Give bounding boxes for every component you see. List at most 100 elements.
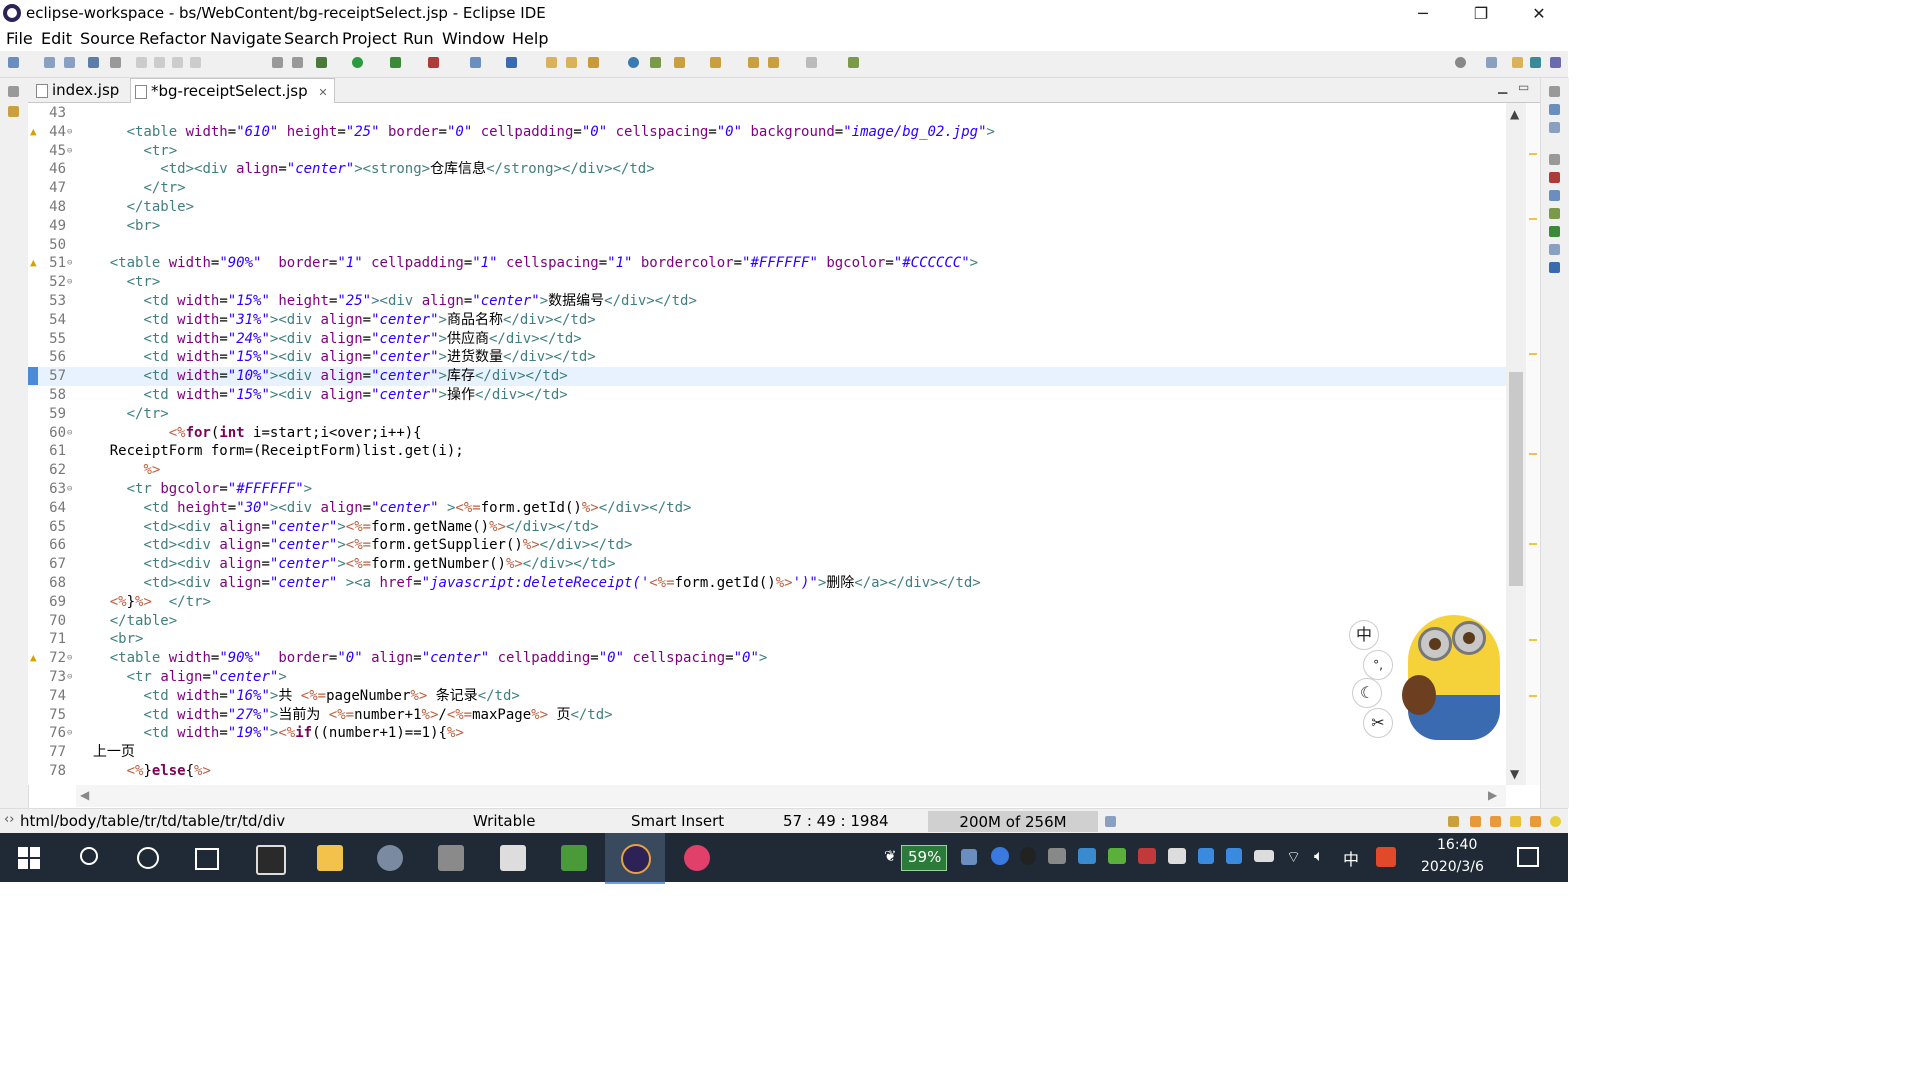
code-line[interactable]: 45 ⊖ <tr> bbox=[28, 142, 1506, 161]
tools-app-icon[interactable] bbox=[438, 845, 464, 871]
code-line[interactable]: 48 </table> bbox=[28, 198, 1506, 217]
code-line[interactable]: 49 <br> bbox=[28, 217, 1506, 236]
fold-icon[interactable]: ⊖ bbox=[67, 668, 72, 687]
new-icon[interactable] bbox=[8, 57, 19, 68]
code-text[interactable]: <table width="90%" border="0" align="cen… bbox=[76, 649, 768, 668]
code-text[interactable]: <tr align="center"> bbox=[76, 668, 287, 687]
code-text[interactable]: <td width="10%"><div align="center">库存</… bbox=[76, 367, 567, 386]
code-text[interactable]: <td width="19%"><%if((number+1)==1){%> bbox=[76, 724, 463, 743]
sogou-ime-icon[interactable] bbox=[1376, 847, 1396, 867]
volume-icon[interactable]: 🔈︎ bbox=[1314, 846, 1324, 866]
status-tool-icon[interactable] bbox=[1530, 816, 1541, 827]
forward-icon[interactable] bbox=[806, 57, 817, 68]
code-editor[interactable]: 43 44 ▲ ⊖ <table width="610" height="25" bo… bbox=[28, 103, 1506, 785]
tip-icon[interactable] bbox=[1550, 816, 1561, 827]
minimize-editor-icon[interactable]: ▁ bbox=[1498, 80, 1507, 94]
code-line[interactable]: 57 <td width="10%"><div align="center">库… bbox=[28, 367, 1506, 386]
qq-icon[interactable] bbox=[1020, 847, 1036, 865]
code-line[interactable]: 72 ▲ ⊖ <table width="90%" border="0" align… bbox=[28, 649, 1506, 668]
terminal-icon[interactable] bbox=[88, 57, 99, 68]
tab-bg-receiptselect-jsp[interactable]: *bg-receiptSelect.jsp ✕ bbox=[130, 78, 335, 103]
task-list-icon[interactable] bbox=[1549, 122, 1560, 133]
code-text[interactable]: <%for(int i=start;i<over;i++){ bbox=[76, 424, 422, 443]
clock-time[interactable]: 16:40 bbox=[1437, 837, 1477, 853]
coverage-icon[interactable] bbox=[390, 57, 401, 68]
menu-refactor[interactable]: Refactor bbox=[139, 29, 206, 48]
fold-icon[interactable]: ⊖ bbox=[67, 724, 72, 743]
code-text[interactable]: </tr> bbox=[76, 405, 169, 424]
code-line[interactable]: 55 <td width="24%"><div align="center">供… bbox=[28, 330, 1506, 349]
clock-date[interactable]: 2020/3/6 bbox=[1421, 859, 1484, 875]
terminate-icon[interactable] bbox=[172, 57, 183, 68]
code-text[interactable]: <table width="90%" border="1" cellpaddin… bbox=[76, 254, 978, 273]
code-text[interactable]: <td width="24%"><div align="center">供应商<… bbox=[76, 330, 581, 349]
open-perspective-icon[interactable] bbox=[848, 57, 859, 68]
debug-perspective-icon[interactable] bbox=[1550, 57, 1561, 68]
code-line[interactable]: 77 上一页 bbox=[28, 743, 1506, 762]
menu-file[interactable]: File bbox=[6, 29, 33, 48]
servers-icon[interactable] bbox=[1549, 226, 1560, 237]
search-icon[interactable] bbox=[80, 847, 98, 865]
code-line[interactable]: 60 ⊖ <%for(int i=start;i<over;i++){ bbox=[28, 424, 1506, 443]
code-text[interactable]: </table> bbox=[76, 198, 194, 217]
code-line[interactable]: 71 <br> bbox=[28, 630, 1506, 649]
code-text[interactable]: <td width="31%"><div align="center">商品名称… bbox=[76, 311, 595, 330]
fold-icon[interactable]: ⊖ bbox=[67, 424, 72, 443]
prev-annotation-icon[interactable] bbox=[710, 57, 721, 68]
disconnect-icon[interactable] bbox=[190, 57, 201, 68]
code-text[interactable]: <td><div align="center"><%=form.getName(… bbox=[76, 518, 598, 537]
battery-icon[interactable] bbox=[1254, 850, 1274, 862]
code-line[interactable]: 51 ▲ ⊖ <table width="90%" border="1" cellp… bbox=[28, 254, 1506, 273]
code-text[interactable]: <table width="610" height="25" border="0… bbox=[76, 123, 995, 142]
code-line[interactable]: 62 %> bbox=[28, 461, 1506, 480]
search-tool-icon[interactable] bbox=[588, 57, 599, 68]
code-line[interactable]: 43 bbox=[28, 104, 1506, 123]
tray-app-icon[interactable] bbox=[1168, 848, 1186, 864]
code-text[interactable]: <td width="27%">当前为 <%=number+1%>/<%=max… bbox=[76, 706, 612, 725]
new-server-icon[interactable] bbox=[470, 57, 481, 68]
code-line[interactable]: 78 <%}else{%> bbox=[28, 762, 1506, 781]
save-all-icon[interactable] bbox=[64, 57, 75, 68]
code-text[interactable]: <%}else{%> bbox=[76, 762, 211, 781]
warning-marker[interactable] bbox=[1529, 353, 1537, 355]
restore-view-icon-2[interactable] bbox=[1549, 154, 1560, 165]
code-text[interactable]: ReceiptForm form=(ReceiptForm)list.get(i… bbox=[76, 442, 464, 461]
warning-marker[interactable] bbox=[1529, 218, 1537, 220]
battery-widget[interactable]: 59% bbox=[901, 845, 947, 871]
code-line[interactable]: 70 </table> bbox=[28, 612, 1506, 631]
notepad-app-icon[interactable] bbox=[561, 845, 587, 871]
browser-icon[interactable] bbox=[684, 845, 710, 871]
code-text[interactable]: <td><div align="center"><%=form.getNumbe… bbox=[76, 555, 615, 574]
code-text[interactable]: <td width="15%"><div align="center">操作</… bbox=[76, 386, 567, 405]
code-text[interactable]: 上一页 bbox=[76, 743, 135, 762]
overview-ruler[interactable] bbox=[1526, 103, 1540, 785]
garbage-collect-icon[interactable] bbox=[1105, 816, 1116, 827]
clock-app-icon[interactable] bbox=[991, 847, 1009, 865]
shield-icon[interactable] bbox=[1198, 848, 1214, 864]
back-icon[interactable] bbox=[768, 57, 779, 68]
status-tool-icon[interactable] bbox=[1470, 816, 1481, 827]
minimize-button[interactable]: ─ bbox=[1400, 0, 1446, 28]
java-perspective-icon[interactable] bbox=[1530, 57, 1541, 68]
code-line[interactable]: 76 ⊖ <td width="19%"><%if((number+1)==1){… bbox=[28, 724, 1506, 743]
warning-icon[interactable]: ▲ bbox=[30, 649, 37, 668]
outline-icon[interactable] bbox=[1549, 104, 1560, 115]
code-text[interactable]: <td width="16%">共 <%=pageNumber%> 条记录</t… bbox=[76, 687, 519, 706]
ime-language-button[interactable]: 中 bbox=[1349, 620, 1379, 650]
status-tool-icon[interactable] bbox=[1448, 816, 1459, 827]
maximize-editor-icon[interactable]: ▭ bbox=[1518, 80, 1529, 94]
scroll-up-icon[interactable]: ▲ bbox=[1510, 107, 1519, 121]
minion-mascot-icon[interactable] bbox=[1402, 615, 1500, 740]
close-button[interactable]: ✕ bbox=[1516, 0, 1562, 28]
ime-moon-button[interactable]: ☾ bbox=[1352, 678, 1382, 708]
next-annotation-icon[interactable] bbox=[674, 57, 685, 68]
windows-start-icon[interactable] bbox=[18, 847, 40, 869]
data-source-icon[interactable] bbox=[1549, 244, 1560, 255]
menu-edit[interactable]: Edit bbox=[41, 29, 72, 48]
code-line[interactable]: 44 ▲ ⊖ <table width="610" height="25" bord… bbox=[28, 123, 1506, 142]
project-explorer-icon[interactable] bbox=[8, 106, 19, 117]
code-text[interactable]: <td width="15%"><div align="center">进货数量… bbox=[76, 348, 595, 367]
code-line[interactable]: 61 ReceiptForm form=(ReceiptForm)list.ge… bbox=[28, 442, 1506, 461]
ime-skin-button[interactable]: ✂ bbox=[1363, 708, 1393, 738]
menu-run[interactable]: Run bbox=[403, 29, 434, 48]
